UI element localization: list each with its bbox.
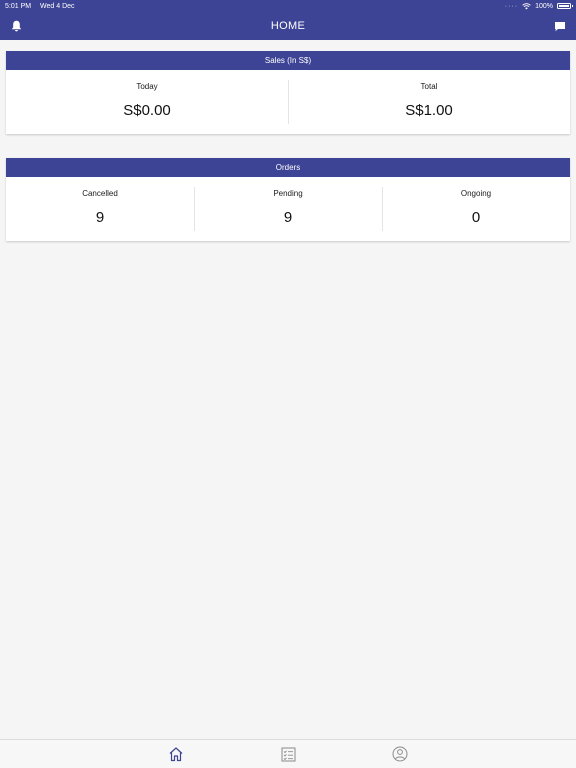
sales-card-header: Sales (In S$) xyxy=(6,51,570,70)
status-left: 5:01 PM Wed 4 Dec xyxy=(5,3,82,10)
orders-pending-value: 9 xyxy=(283,209,293,226)
notifications-button[interactable] xyxy=(2,12,30,40)
tab-profile[interactable] xyxy=(386,740,414,768)
sales-card-title: Sales (In S$) xyxy=(264,56,312,65)
sales-today: Today S$0.00 xyxy=(6,70,288,134)
orders-card-title: Orders xyxy=(275,163,301,172)
sales-today-label: Today xyxy=(136,82,158,91)
orders-cancelled-value: 9 xyxy=(95,209,105,226)
orders-pending-label: Pending xyxy=(273,189,303,198)
status-date: Wed 4 Dec xyxy=(40,2,75,10)
orders-ongoing[interactable]: Ongoing 0 xyxy=(382,177,570,241)
battery-fill xyxy=(559,5,569,7)
orders-ongoing-label: Ongoing xyxy=(460,189,492,198)
checklist-icon xyxy=(281,747,295,761)
chat-icon xyxy=(555,21,565,31)
orders-card-header: Orders xyxy=(6,158,570,177)
bell-icon xyxy=(11,20,21,32)
wifi-icon xyxy=(522,2,531,9)
messages-button[interactable] xyxy=(546,12,574,40)
home-icon xyxy=(169,747,183,762)
status-right: ···· 100% xyxy=(504,2,573,10)
orders-cancelled[interactable]: Cancelled 9 xyxy=(6,177,194,241)
orders-cancelled-label: Cancelled xyxy=(82,189,118,198)
sales-total: Total S$1.00 xyxy=(288,70,570,134)
profile-icon xyxy=(392,746,408,762)
sales-today-value: S$0.00 xyxy=(123,102,171,119)
battery-percent: 100% xyxy=(535,2,553,10)
battery-icon xyxy=(557,3,573,9)
orders-card-body: Cancelled 9 Pending 9 Ongoing 0 xyxy=(6,177,570,241)
status-bar: 5:01 PM Wed 4 Dec ···· 100% xyxy=(0,0,576,12)
page-title: HOME xyxy=(270,20,306,32)
status-dots: ···· xyxy=(504,2,519,10)
sales-card-body: Today S$0.00 Total S$1.00 xyxy=(6,70,570,134)
tab-bar xyxy=(0,739,576,768)
tab-orders[interactable] xyxy=(274,740,302,768)
sales-total-label: Total xyxy=(420,82,438,91)
tab-home[interactable] xyxy=(162,740,190,768)
orders-ongoing-value: 0 xyxy=(471,209,481,226)
sales-total-value: S$1.00 xyxy=(405,102,453,119)
orders-pending[interactable]: Pending 9 xyxy=(194,177,382,241)
nav-bar: HOME xyxy=(0,12,576,40)
orders-card: Orders Cancelled 9 Pending 9 Ongoing 0 xyxy=(6,158,570,241)
status-time: 5:01 PM xyxy=(5,2,32,10)
sales-card: Sales (In S$) Today S$0.00 Total S$1.00 xyxy=(6,51,570,134)
